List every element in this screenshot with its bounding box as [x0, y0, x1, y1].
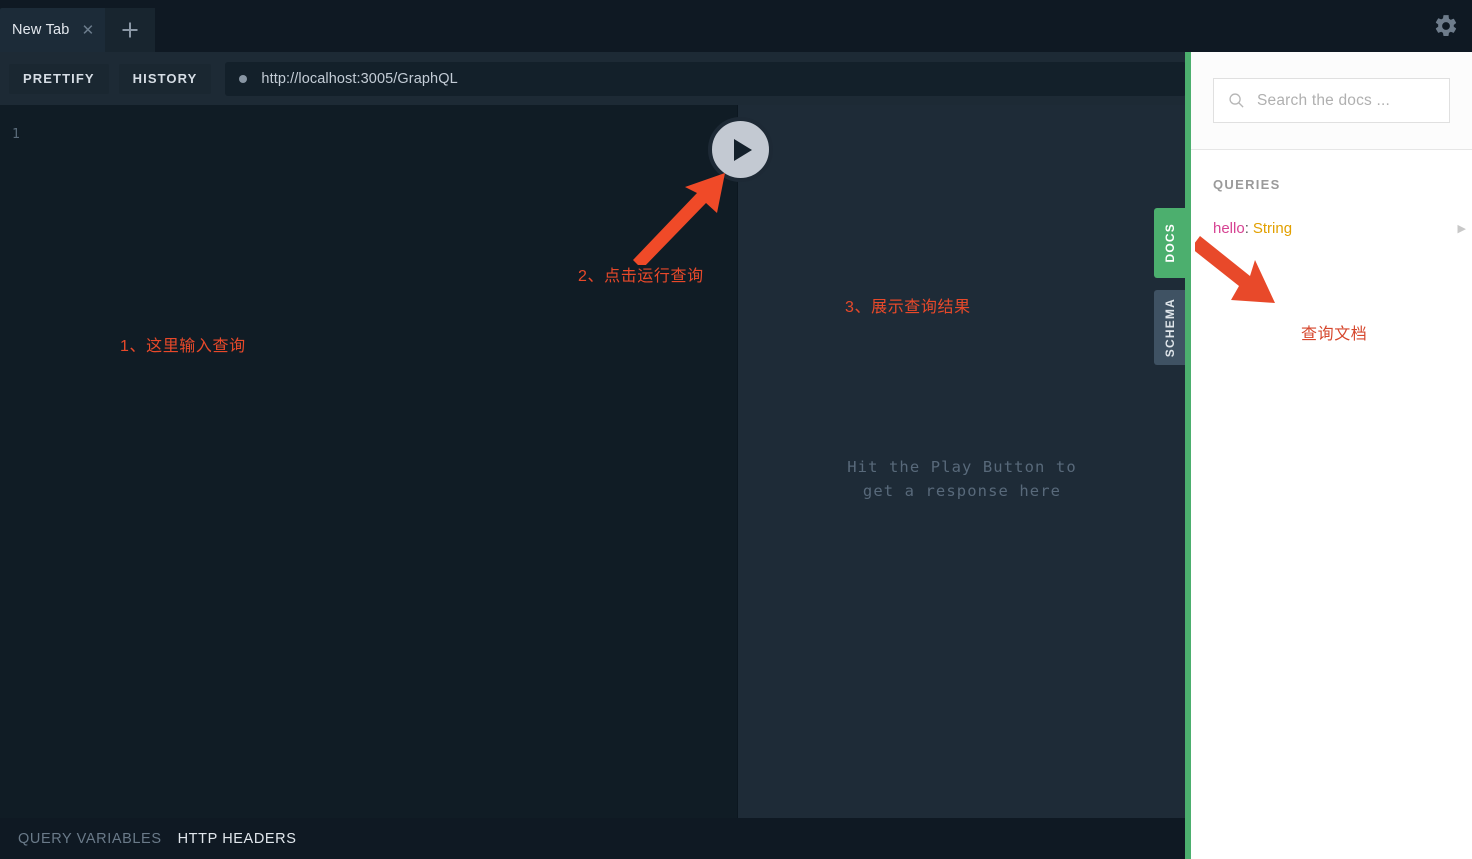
- query-editor[interactable]: 1: [0, 105, 737, 818]
- docs-side-tab[interactable]: DOCS: [1154, 208, 1185, 278]
- docs-field-colon: :: [1244, 220, 1249, 237]
- prettify-button[interactable]: PRETTIFY: [9, 63, 109, 94]
- endpoint-url-input[interactable]: http://localhost:3005/GraphQL: [225, 61, 1186, 96]
- schema-side-tab-label: SCHEMA: [1162, 297, 1177, 358]
- status-dot-icon: [239, 74, 248, 83]
- annotation-step-1: 1、这里输入查询: [120, 338, 246, 355]
- endpoint-url-value: http://localhost:3005/GraphQL: [261, 70, 458, 87]
- annotation-docs: 查询文档: [1301, 326, 1368, 343]
- toolbar: PRETTIFY HISTORY http://localhost:3005/G…: [0, 52, 1186, 105]
- docs-search-placeholder: Search the docs ...: [1257, 91, 1391, 109]
- docs-panel: Search the docs ... QUERIES hello : Stri…: [1191, 52, 1472, 859]
- history-button[interactable]: HISTORY: [118, 63, 212, 94]
- chevron-right-icon[interactable]: ▶: [1458, 222, 1466, 235]
- docs-side-tab-label: DOCS: [1162, 223, 1177, 263]
- docs-search-row: Search the docs ...: [1191, 52, 1472, 150]
- response-placeholder-line-2: get a response here: [862, 482, 1062, 500]
- docs-field-hello[interactable]: hello : String ▶: [1213, 220, 1466, 237]
- close-icon[interactable]: ✕: [82, 23, 95, 38]
- gear-icon: [1435, 15, 1457, 36]
- docs-field-type: String: [1252, 220, 1293, 237]
- annotation-step-2: 2、点击运行查询: [578, 268, 704, 285]
- tab-query-variables[interactable]: QUERY VARIABLES: [18, 831, 162, 847]
- annotation-step-3: 3、展示查询结果: [845, 299, 971, 316]
- tab-bar: New Tab ✕: [0, 0, 1472, 52]
- response-pane: Hit the Play Button to get a response he…: [737, 105, 1186, 818]
- tab-new-tab[interactable]: New Tab ✕: [0, 8, 109, 52]
- docs-search-input[interactable]: Search the docs ...: [1213, 78, 1450, 123]
- graphql-playground-window: New Tab ✕ PRETTIFY HISTORY http://localh…: [0, 0, 1472, 859]
- play-icon: [733, 138, 752, 161]
- docs-field-name: hello: [1213, 220, 1245, 237]
- settings-button[interactable]: [1429, 9, 1463, 43]
- tab-label: New Tab: [12, 22, 70, 38]
- tab-http-headers[interactable]: HTTP HEADERS: [178, 831, 297, 847]
- schema-side-tab[interactable]: SCHEMA: [1154, 290, 1185, 365]
- search-icon: [1229, 93, 1244, 108]
- docs-content: QUERIES hello : String ▶: [1191, 150, 1472, 237]
- new-tab-button[interactable]: [105, 8, 155, 52]
- editor-line-number: 1: [12, 127, 20, 142]
- response-placeholder-line-1: Hit the Play Button to: [847, 458, 1077, 476]
- editor-footer-tabs: QUERY VARIABLES HTTP HEADERS: [0, 818, 1186, 859]
- plus-icon: [122, 22, 138, 38]
- docs-section-title: QUERIES: [1213, 177, 1281, 192]
- response-placeholder: Hit the Play Button to get a response he…: [738, 455, 1186, 503]
- execute-query-button[interactable]: [708, 117, 773, 182]
